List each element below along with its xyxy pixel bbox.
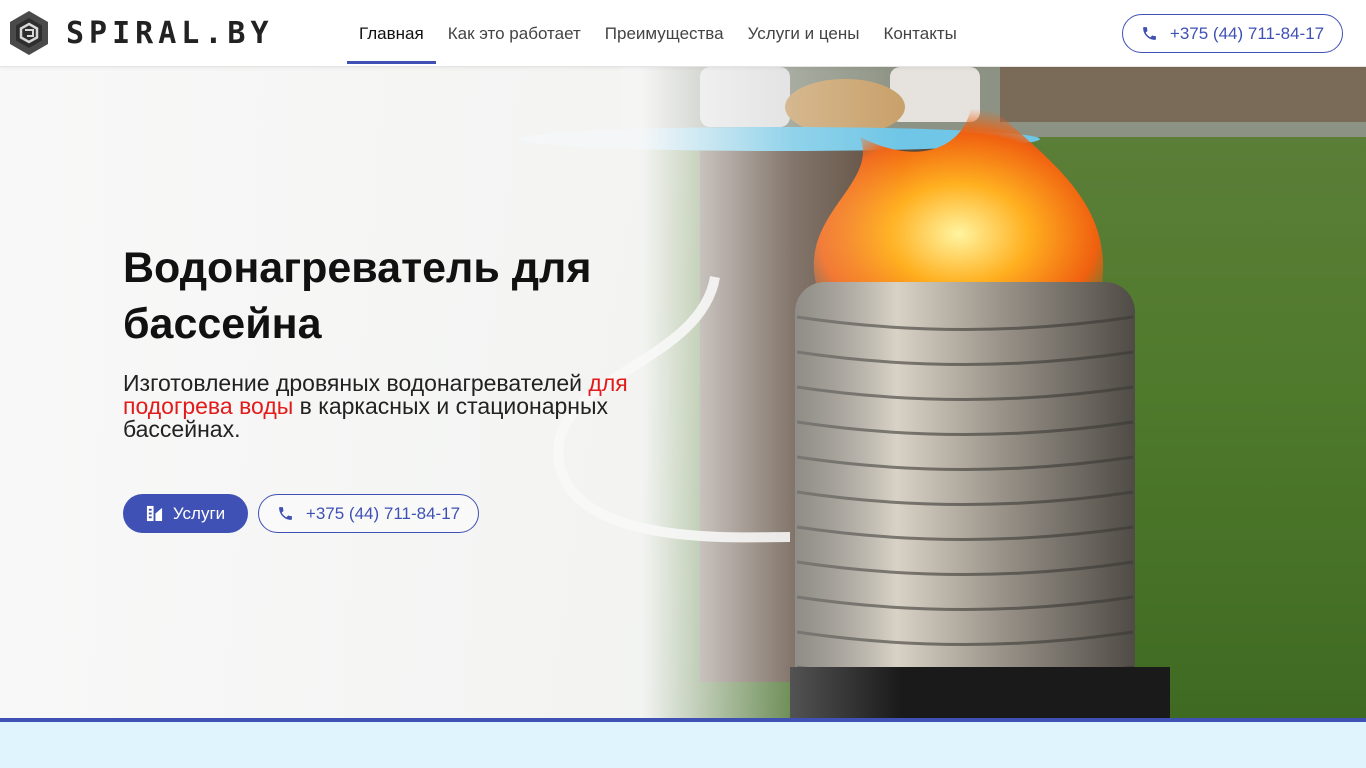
site-header: SPIRAL.BY Главная Как это работает Преим… — [0, 0, 1366, 67]
nav-item-home[interactable]: Главная — [347, 0, 436, 67]
next-section — [0, 722, 1366, 768]
services-button[interactable]: Услуги — [123, 494, 248, 533]
logo-text: SPIRAL.BY — [66, 15, 274, 51]
nav-item-advantages[interactable]: Преимущества — [593, 0, 736, 67]
nav-item-how-it-works[interactable]: Как это работает — [436, 0, 593, 67]
logo[interactable]: SPIRAL.BY — [8, 10, 274, 56]
hero-title: Водонагреватель для бассейна — [123, 244, 592, 348]
services-button-label: Услуги — [172, 503, 226, 523]
phone-icon — [279, 507, 292, 520]
header-phone-text: +375 (44) 711-84-17 — [1169, 23, 1325, 43]
hero-subtitle: Изготовление дровяных водонагревателей д… — [123, 372, 663, 441]
hero-section: Водонагреватель для бассейна Изготовлени… — [0, 67, 1366, 718]
hero-phone-text: +375 (44) 711-84-17 — [305, 503, 461, 523]
header-phone-button[interactable]: +375 (44) 711-84-17 — [1122, 14, 1343, 53]
logo-hexagon-icon — [10, 11, 48, 55]
nav-item-contacts[interactable]: Контакты — [871, 0, 968, 67]
nav-item-services-prices[interactable]: Услуги и цены — [736, 0, 872, 67]
main-nav: Главная Как это работает Преимущества Ус… — [347, 0, 969, 67]
phone-icon — [1143, 27, 1156, 40]
services-icon — [146, 505, 162, 522]
hero-phone-button[interactable]: +375 (44) 711-84-17 — [258, 494, 479, 533]
